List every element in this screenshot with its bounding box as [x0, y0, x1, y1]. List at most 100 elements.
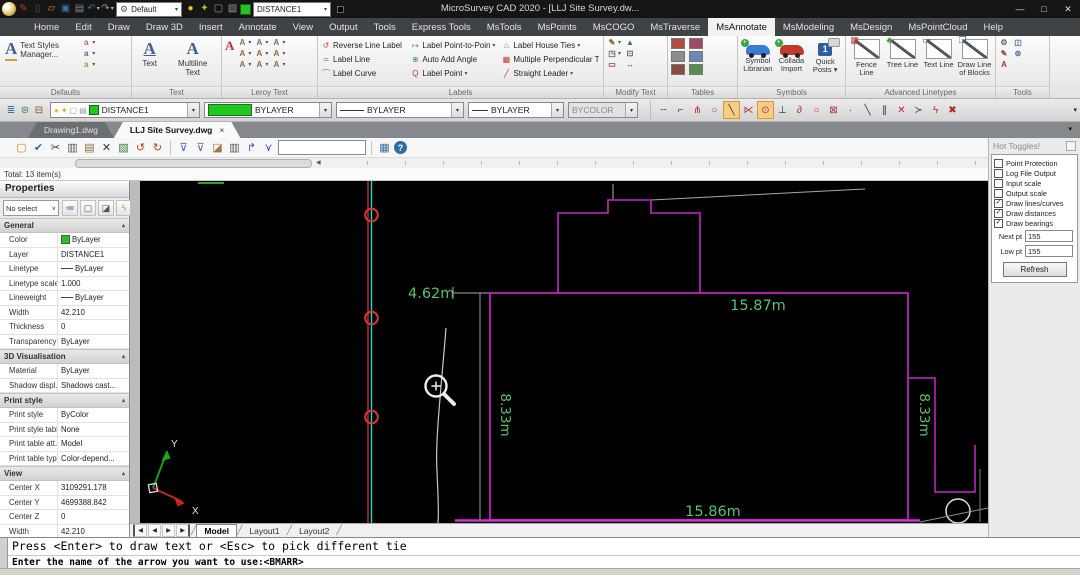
table-tool-icon[interactable]: [671, 38, 685, 49]
menu-tab-draw-3d[interactable]: Draw 3D: [138, 18, 191, 36]
layout-tab-layout2[interactable]: Layout2: [292, 524, 336, 537]
snap-endpoint-icon[interactable]: ⋔: [689, 101, 706, 119]
chevron-down-icon[interactable]: ▾: [265, 50, 268, 57]
multiline-text-button[interactable]: A Multiline Text: [173, 38, 213, 78]
label-tool-label-curve[interactable]: ⌒Label Curve: [321, 66, 404, 80]
menu-tab-mspointcloud[interactable]: MsPointCloud: [900, 18, 975, 36]
property-value[interactable]: 3109291.178: [58, 481, 129, 495]
linetype-button-fence-line[interactable]: ▦Fence Line: [849, 38, 884, 77]
property-value[interactable]: 1.000: [58, 277, 129, 291]
property-value[interactable]: Shadows cast...: [58, 379, 129, 393]
filter-edit-icon[interactable]: ⊽: [193, 140, 208, 156]
workspace-combo[interactable]: ⚙ Default ▾: [116, 2, 182, 17]
annotation-tool-icon[interactable]: ⊚: [1013, 49, 1023, 58]
next-pt-input[interactable]: 155: [1025, 230, 1073, 242]
layer-previous-icon[interactable]: ⊜: [18, 103, 32, 118]
checkbox-icon[interactable]: [994, 169, 1003, 178]
chevron-down-icon[interactable]: ▾: [464, 70, 467, 77]
label-tool-label-line[interactable]: ≍Label Line: [321, 52, 404, 66]
bulb-icon[interactable]: ●: [184, 2, 197, 16]
leroy-text-icon[interactable]: A▾: [237, 60, 251, 69]
text-style-icon[interactable]: a▾: [81, 38, 95, 47]
symbols-button-collada-import[interactable]: +Collada Import: [775, 38, 809, 73]
layer-isolate-icon[interactable]: ⊟: [32, 103, 46, 118]
snap-node-icon[interactable]: ○: [808, 101, 825, 119]
chevron-down-icon[interactable]: ▾: [265, 39, 268, 46]
properties-section-view[interactable]: View▴: [0, 466, 129, 481]
table-tool-icon[interactable]: [671, 51, 685, 62]
label-tool-label-house-ties[interactable]: ⌂Label House Ties▾: [501, 38, 600, 52]
linetype-button-text-line[interactable]: ▭Text Line: [921, 38, 956, 69]
property-value[interactable]: 42.210: [58, 306, 129, 320]
linetype-button-tree-line[interactable]: ♣Tree Line: [885, 38, 920, 69]
menu-tab-msdesign[interactable]: MsDesign: [842, 18, 900, 36]
checkbox-icon[interactable]: [994, 189, 1003, 198]
filter-image-icon[interactable]: ◪: [210, 140, 225, 156]
table-tool-icon[interactable]: [689, 38, 703, 49]
snap-tangent-icon[interactable]: ∂: [791, 101, 808, 119]
plot-icon[interactable]: ▤: [73, 2, 86, 16]
menu-tab-tools[interactable]: Tools: [366, 18, 404, 36]
delete-icon[interactable]: ✕: [99, 140, 114, 156]
snap-track-icon[interactable]: ╌: [655, 101, 672, 119]
menu-tab-edit[interactable]: Edit: [67, 18, 99, 36]
undo-red-icon[interactable]: ↺: [133, 140, 148, 156]
menu-tab-msannotate[interactable]: MsAnnotate: [708, 18, 775, 36]
snap-parallel-icon[interactable]: ╲: [859, 101, 876, 119]
close-icon[interactable]: ×: [219, 125, 224, 135]
chevron-down-icon[interactable]: ▾: [248, 61, 251, 68]
layout-tab-model[interactable]: Model: [196, 524, 237, 538]
snap-center-icon[interactable]: ○: [706, 101, 723, 119]
snap-clear-icon[interactable]: ✕: [893, 101, 910, 119]
properties-section-print-style[interactable]: Print style▴: [0, 393, 129, 408]
layer-combo[interactable]: ●✦▢▤ DISTANCE1 ▾: [50, 102, 200, 118]
chevron-down-icon[interactable]: ▾: [282, 39, 285, 46]
pickadd-toggle-icon[interactable]: ◪: [98, 200, 114, 216]
modify-text-icon[interactable]: ✎▾: [607, 38, 621, 47]
property-value[interactable]: Color-depend...: [58, 452, 129, 466]
annotation-tool-icon[interactable]: A: [999, 60, 1009, 69]
scrollbar-thumb[interactable]: [75, 159, 312, 168]
layout-nav-icon[interactable]: ▶: [176, 524, 190, 537]
menu-tab-mstools[interactable]: MsTools: [479, 18, 530, 36]
hot-toggle-log-file-output[interactable]: Log File Output: [994, 168, 1075, 178]
markup-icon[interactable]: ✎: [17, 2, 30, 16]
property-value[interactable]: DISTANCE1: [58, 248, 129, 262]
table-tool-icon[interactable]: [671, 64, 685, 75]
pick-filter-icon[interactable]: ⋎: [261, 140, 276, 156]
quick-select-icon[interactable]: ≔: [62, 200, 78, 216]
table-tool-icon[interactable]: [689, 64, 703, 75]
drawing-canvas[interactable]: Y X 4.62m15.87m8.33m8.33m15.86m: [140, 181, 988, 523]
snap-perpendicular-icon[interactable]: ⊥: [774, 101, 791, 119]
property-value[interactable]: 0: [58, 320, 129, 334]
chevron-up-icon[interactable]: ▴: [122, 470, 125, 477]
chevron-down-icon[interactable]: ▾: [265, 61, 268, 68]
hot-toggle-point-protection[interactable]: Point Protection: [994, 158, 1075, 168]
layout-nav-icon[interactable]: ◀: [133, 524, 147, 537]
snap-extension-icon[interactable]: ∥: [876, 101, 893, 119]
label-tool-reverse-line-label[interactable]: ↺Reverse Line Label: [321, 38, 404, 52]
hot-toggle-draw-distances[interactable]: ✓Draw distances: [994, 208, 1075, 218]
palette-search-input[interactable]: [278, 140, 366, 155]
modify-text-icon[interactable]: ▲: [625, 38, 635, 47]
leroy-text-icon[interactable]: A▾: [254, 49, 268, 58]
pick-point-icon[interactable]: ↱: [244, 140, 259, 156]
paper-icon[interactable]: ▢: [212, 2, 225, 16]
snap-nearest-icon[interactable]: ╲: [723, 101, 740, 119]
maximize-button[interactable]: □: [1032, 0, 1056, 18]
checkbox-icon[interactable]: ✓: [994, 219, 1003, 228]
paste-icon[interactable]: ▤: [82, 140, 97, 156]
low-pt-input[interactable]: 155: [1025, 245, 1073, 257]
leroy-text-icon[interactable]: A▾: [271, 49, 285, 58]
layout-nav-icon[interactable]: ▶: [162, 524, 175, 537]
label-tool-label-point[interactable]: QLabel Point▾: [410, 66, 495, 80]
chevron-down-icon[interactable]: ▾: [618, 39, 621, 46]
linetype-combo[interactable]: BYLAYER ▾: [336, 102, 464, 118]
close-button[interactable]: ✕: [1056, 0, 1080, 18]
properties-panel-title[interactable]: Properties: [0, 181, 129, 198]
property-value[interactable]: None: [58, 423, 129, 437]
export-icon[interactable]: ▧: [226, 2, 239, 16]
command-line-window[interactable]: Press <Enter> to draw text or <Esc> to p…: [0, 537, 1080, 568]
layout-tab-layout1[interactable]: Layout1: [242, 524, 286, 537]
label-tool-straight-leader[interactable]: ╱Straight Leader▾: [501, 66, 600, 80]
